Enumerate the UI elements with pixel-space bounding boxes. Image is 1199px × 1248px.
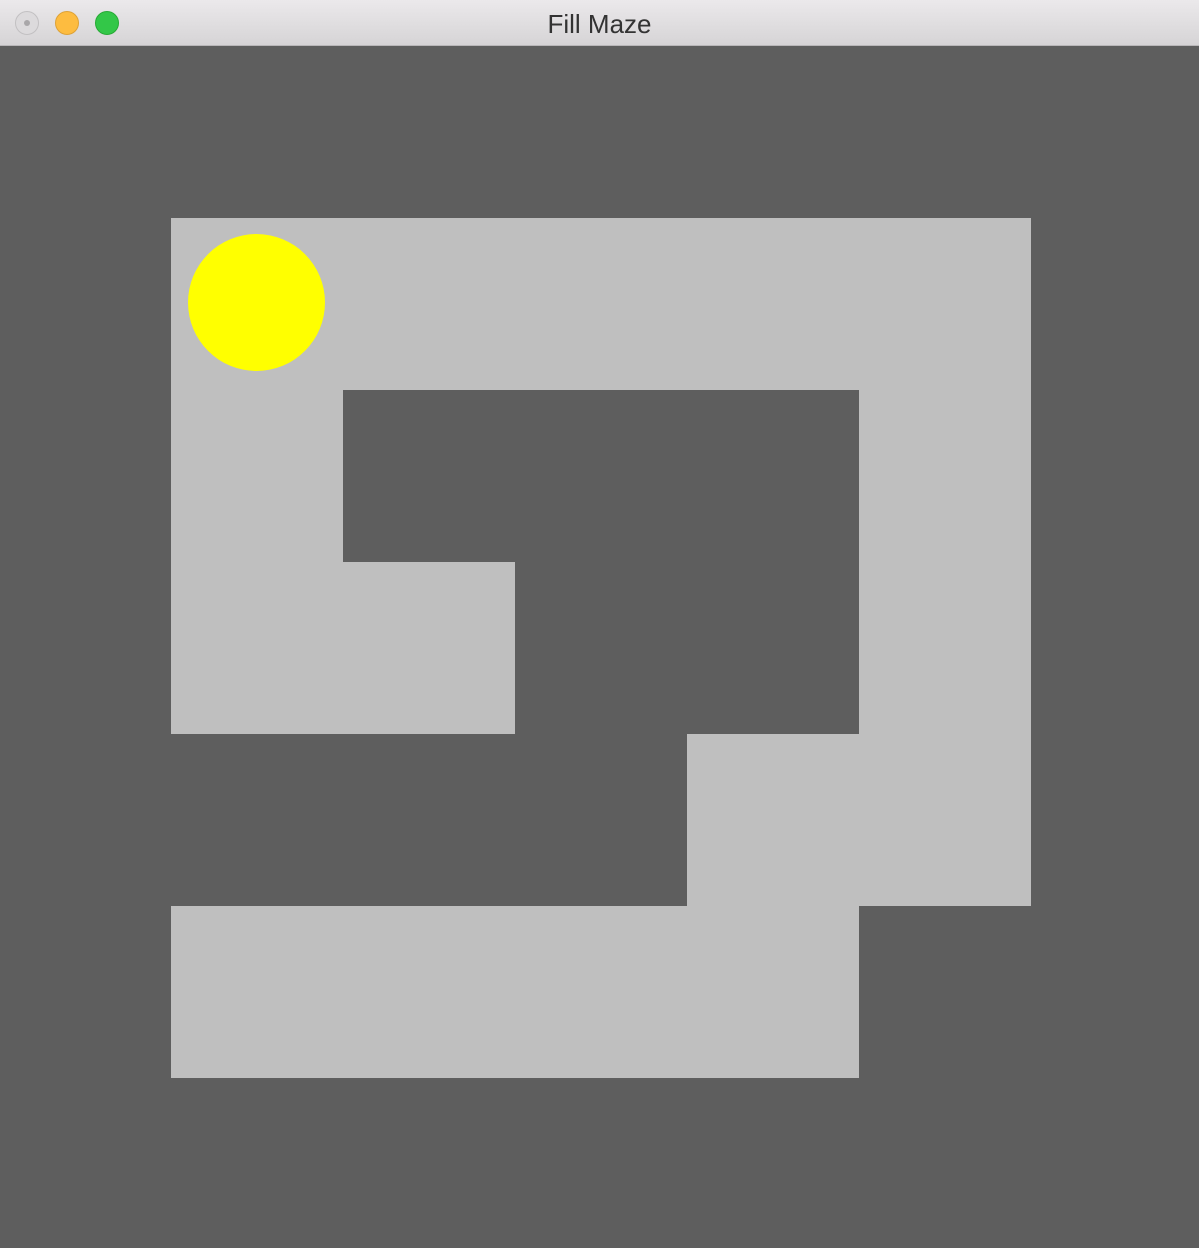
- maze-path-cell: [171, 906, 343, 1078]
- maze-path-cell: [343, 562, 515, 734]
- maze-path-cell: [859, 734, 1031, 906]
- maze-path-cell: [515, 218, 687, 390]
- title-bar[interactable]: Fill Maze: [0, 0, 1199, 46]
- maze-path-cell: [859, 390, 1031, 562]
- maze-path-cell: [171, 390, 343, 562]
- window-title: Fill Maze: [547, 9, 652, 39]
- maze-path-cell: [859, 562, 1031, 734]
- app-window: Fill Maze: [0, 0, 1199, 1248]
- maze-path-cell: [687, 734, 859, 906]
- maze-path-cell: [343, 906, 515, 1078]
- player-ball: [188, 234, 325, 371]
- maze-board[interactable]: [0, 46, 1199, 1248]
- maze-path-cell: [687, 906, 859, 1078]
- maze-path-cell: [343, 218, 515, 390]
- maze-path-cell: [171, 562, 343, 734]
- maze-path-cell: [687, 218, 859, 390]
- maze-path-cell: [515, 906, 687, 1078]
- maze-path-cell: [859, 218, 1031, 390]
